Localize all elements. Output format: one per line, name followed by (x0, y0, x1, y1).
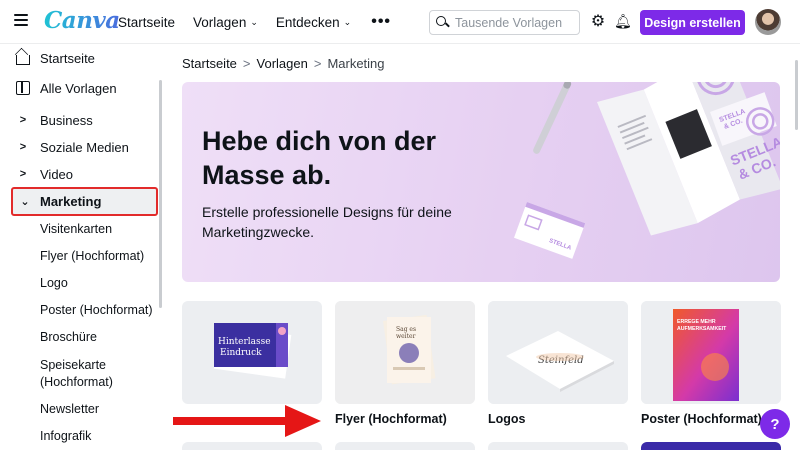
sidebar-sub-logo[interactable]: Logo (40, 275, 68, 292)
template-card-row2[interactable] (488, 442, 628, 450)
home-icon (16, 55, 30, 65)
nav-entdecken[interactable]: Entdecken ⌄ (276, 15, 351, 30)
nav-startseite[interactable]: Startseite (118, 15, 175, 30)
breadcrumb: Startseite > Vorlagen > Marketing (182, 56, 385, 71)
card-thumbnail: Hinterlasse Eindruck (213, 323, 292, 379)
svg-text:ERREGE MEHR: ERREGE MEHR (677, 319, 716, 325)
chevron-down-icon: ⌄ (20, 196, 30, 208)
user-avatar[interactable] (755, 9, 781, 35)
svg-text:AUFMERKSAMKEIT: AUFMERKSAMKEIT (677, 326, 727, 332)
canva-logo[interactable]: Canva (44, 7, 120, 34)
annotation-arrow (173, 405, 321, 437)
card-thumbnail: Steinfeld (488, 301, 628, 404)
more-menu-button[interactable]: ••• (371, 13, 391, 31)
sidebar-item-video[interactable]: > Video (0, 161, 158, 188)
search-input[interactable] (455, 15, 575, 30)
sidebar-item-soziale-medien[interactable]: > Soziale Medien (0, 134, 158, 161)
chevron-right-icon: > (19, 114, 27, 126)
top-bar: Canva Startseite Vorlagen ⌄ Entdecken ⌄ ••… (0, 0, 800, 44)
template-card-row2[interactable] (641, 442, 781, 450)
chevron-down-icon: ⌄ (250, 16, 258, 27)
bell-icon[interactable]: 🔔︎ (614, 13, 632, 29)
card-thumbnail: Sag es weiter (335, 301, 475, 404)
template-card-logos[interactable]: Steinfeld (488, 301, 628, 404)
template-card-row2[interactable] (182, 442, 322, 450)
main-scrollbar[interactable] (795, 60, 798, 130)
sidebar-item-alle-vorlagen[interactable]: Alle Vorlagen (0, 75, 158, 102)
sidebar-scrollbar[interactable] (159, 80, 162, 308)
gear-icon[interactable]: ⚙ (590, 14, 606, 30)
hero-illustration: STELLA & CO. STELLA & CO. STELLA (514, 82, 780, 259)
template-card-visitenkarten[interactable]: Hinterlasse Eindruck (182, 301, 322, 404)
sidebar-sub-visitenkarten[interactable]: Visitenkarten (40, 221, 112, 238)
card-label-poster[interactable]: Poster (Hochformat) (641, 412, 762, 426)
breadcrumb-separator: > (242, 56, 251, 71)
svg-text:weiter: weiter (396, 333, 416, 340)
search-box[interactable] (429, 10, 580, 35)
sidebar-sub-speisekarte[interactable]: Speisekarte (Hochformat) (40, 357, 113, 391)
chevron-right-icon: > (19, 141, 27, 153)
breadcrumb-startseite[interactable]: Startseite (182, 56, 237, 71)
help-button[interactable]: ? (760, 409, 790, 439)
sidebar-sub-newsletter[interactable]: Newsletter (40, 401, 99, 418)
templates-icon (16, 81, 30, 95)
hero-description: Erstelle professionelle Designs für dein… (202, 204, 452, 240)
nav-vorlagen[interactable]: Vorlagen ⌄ (193, 15, 258, 30)
template-card-flyer[interactable]: Sag es weiter (335, 301, 475, 404)
sidebar-sub-infografik[interactable]: Infografik (40, 428, 91, 445)
card-label-flyer[interactable]: Flyer (Hochformat) (335, 412, 447, 426)
hero-banner: Hebe dich von der Masse ab. Erstelle pro… (182, 82, 780, 282)
create-design-button[interactable]: Design erstellen (640, 10, 745, 35)
breadcrumb-separator: > (313, 56, 322, 71)
template-card-poster[interactable]: ERREGE MEHR AUFMERKSAMKEIT (641, 301, 781, 404)
template-card-row2[interactable] (335, 442, 475, 450)
sidebar-item-marketing[interactable]: ⌄ Marketing (11, 187, 158, 216)
sidebar-item-startseite[interactable]: Startseite (0, 45, 158, 72)
sidebar-sub-broschuere[interactable]: Broschüre (40, 329, 97, 346)
sidebar-sub-poster[interactable]: Poster (Hochformat) (40, 302, 153, 319)
svg-text:Hinterlasse: Hinterlasse (218, 337, 271, 347)
breadcrumb-marketing: Marketing (327, 56, 385, 71)
card-label-logos[interactable]: Logos (488, 412, 526, 426)
hero-title: Hebe dich von der Masse ab. (202, 126, 437, 190)
sidebar-sub-flyer[interactable]: Flyer (Hochformat) (40, 248, 144, 265)
sidebar-item-business[interactable]: > Business (0, 107, 158, 134)
sidebar: Startseite Alle Vorlagen > Business > So… (0, 44, 162, 450)
breadcrumb-vorlagen[interactable]: Vorlagen (257, 56, 308, 71)
search-icon (436, 16, 449, 29)
svg-text:Sag es: Sag es (396, 326, 416, 333)
menu-icon[interactable] (14, 14, 28, 28)
chevron-right-icon: > (19, 168, 27, 180)
main-nav: Startseite Vorlagen ⌄ Entdecken ⌄ ••• (118, 0, 409, 44)
svg-text:Eindruck: Eindruck (220, 348, 262, 358)
chevron-down-icon: ⌄ (343, 16, 352, 27)
card-thumbnail: ERREGE MEHR AUFMERKSAMKEIT (641, 301, 781, 404)
